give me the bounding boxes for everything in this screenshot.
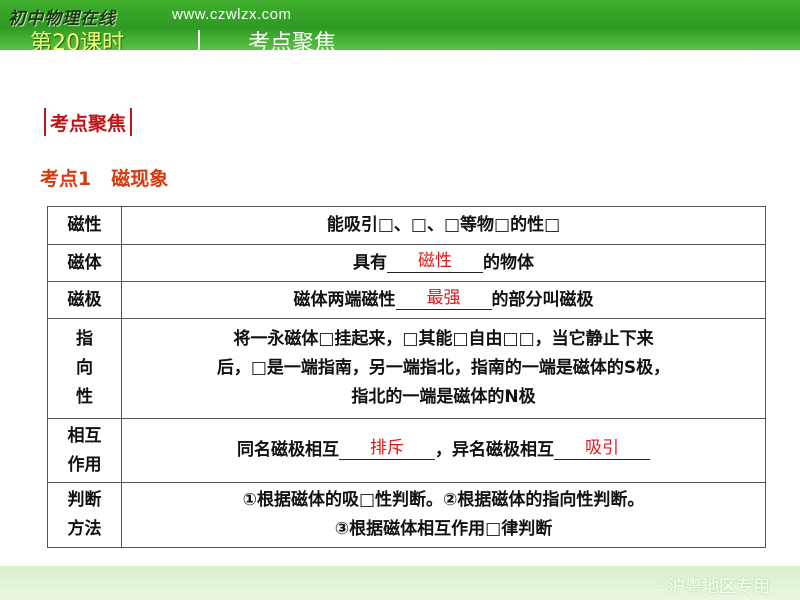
row-label: 磁体 <box>47 244 122 282</box>
text-segment: 磁体两端磁性 <box>293 289 396 310</box>
label-line: 作用 <box>67 454 102 475</box>
row-value: 磁体两端磁性 最强 的部分叫磁极 <box>121 281 766 319</box>
text-segment: 具有 <box>353 252 387 273</box>
row-label: 相互 作用 <box>47 418 122 483</box>
row-value: 同名磁极相互 排斥 ，异名磁极相互 吸引 <box>121 418 766 483</box>
table-row: 相互 作用 同名磁极相互 排斥 ，异名磁极相互 吸引 <box>47 418 766 483</box>
text-line: 将一永磁体□挂起来，□其能□自由□□，当它静止下来 <box>233 329 654 349</box>
topic-number: 考点1 <box>40 168 92 190</box>
label-line: 方法 <box>67 519 102 539</box>
table-row: 磁性 能吸引□、□、□等物□的性□ <box>47 206 766 245</box>
row-label: 磁极 <box>47 281 122 319</box>
heading-bar-right <box>130 108 133 136</box>
text-segment: 的物体 <box>483 252 534 273</box>
header-banner: 初中物理在线 www.czwlzx.com 第20课时 考点聚焦 <box>0 0 800 50</box>
row-value: ①根据磁体的吸□性判断。②根据磁体的指向性判断。 ③根据磁体相互作用□律判断 <box>121 482 766 548</box>
row-label: 指 向 性 <box>47 318 122 419</box>
bullet-icon: · <box>656 577 662 597</box>
answer-blank: 磁性 <box>387 250 483 273</box>
label-line: 性 <box>76 387 93 407</box>
title-divider <box>198 30 200 50</box>
lesson-title: 第20课时 <box>30 31 124 50</box>
text-line: 指北的一端是磁体的N极 <box>351 387 536 407</box>
row-label: 磁性 <box>47 206 122 245</box>
topic-name: 磁现象 <box>111 168 169 190</box>
label-line: 相互 <box>67 425 102 446</box>
answer-blank: 排斥 <box>339 437 435 460</box>
footer-text: 沪粤地区专用 <box>668 577 770 597</box>
section-heading-text: 考点聚焦 <box>50 112 127 135</box>
text-segment: ，异名磁极相互 <box>435 440 554 460</box>
site-url: www.czwlzx.com <box>172 6 292 23</box>
table-row: 判断 方法 ①根据磁体的吸□性判断。②根据磁体的指向性判断。 ③根据磁体相互作用… <box>47 482 766 548</box>
text-segment: 的部分叫磁极 <box>491 289 594 310</box>
header-topic: 考点聚焦 <box>248 31 337 50</box>
row-value: 能吸引□、□、□等物□的性□ <box>121 206 766 245</box>
text-line: ①根据磁体的吸□性判断。②根据磁体的指向性判断。 <box>242 490 645 510</box>
label-line: 向 <box>76 358 93 378</box>
footer-band: · 沪粤地区专用 <box>0 566 800 600</box>
table-row: 指 向 性 将一永磁体□挂起来，□其能□自由□□，当它静止下来 后，□是一端指南… <box>47 318 766 419</box>
label-line: 判断 <box>67 490 102 510</box>
text-segment: 同名磁极相互 <box>237 440 339 460</box>
section-heading: 考点聚焦 <box>40 108 136 136</box>
answer-blank: 最强 <box>395 287 492 310</box>
row-value: 具有 磁性 的物体 <box>121 244 766 282</box>
row-value: 将一永磁体□挂起来，□其能□自由□□，当它静止下来 后，□是一端指南，另一端指北… <box>121 318 766 419</box>
topic-heading: 考点1 磁现象 <box>40 164 168 191</box>
row-label: 判断 方法 <box>47 482 122 548</box>
content-table: 磁性 能吸引□、□、□等物□的性□ 磁体 具有 磁性 的物体 磁极 磁体两端磁性 最强… <box>47 206 766 548</box>
text-line: 后，□是一端指南，另一端指北，指南的一端是磁体的S极， <box>216 358 671 378</box>
footer-label: · 沪粤地区专用 <box>657 572 770 597</box>
table-row: 磁体 具有 磁性 的物体 <box>47 244 766 282</box>
label-line: 指 <box>76 329 93 349</box>
text-line: ③根据磁体相互作用□律判断 <box>334 519 553 539</box>
table-row: 磁极 磁体两端磁性 最强 的部分叫磁极 <box>47 281 766 319</box>
answer-blank: 吸引 <box>554 437 650 460</box>
heading-bar-left <box>44 108 46 136</box>
